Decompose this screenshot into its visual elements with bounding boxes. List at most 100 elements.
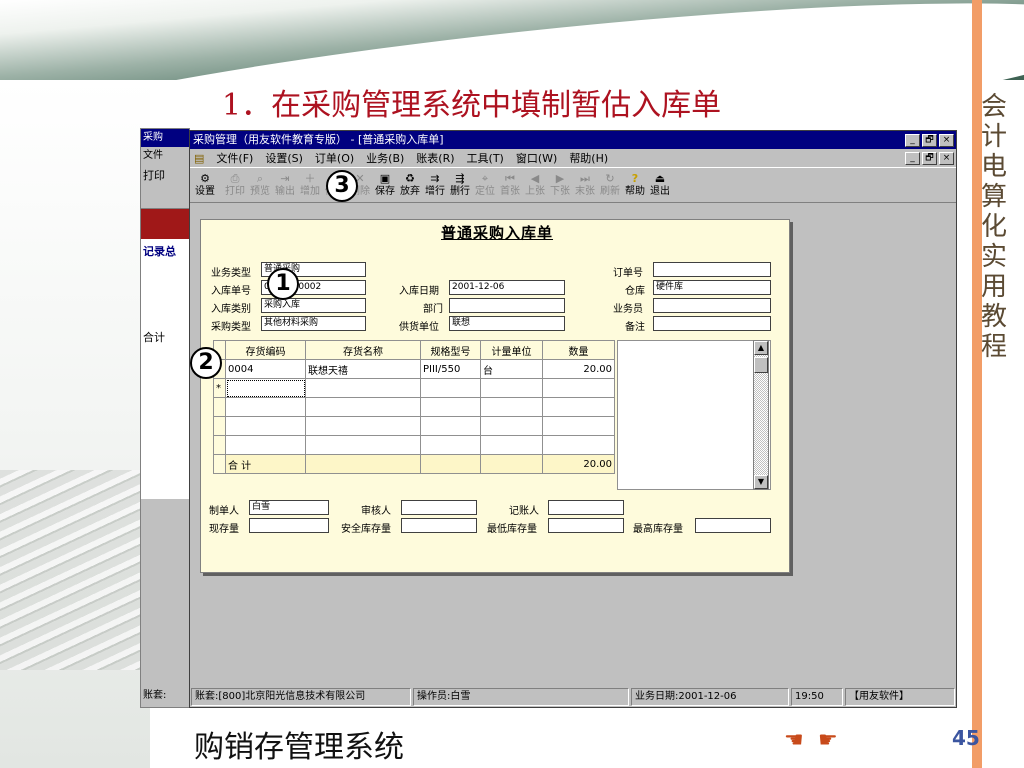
toolbar-prev-button[interactable]: ◀ 上张	[523, 172, 547, 200]
callout-1: 1	[267, 268, 299, 300]
toolbar-save-button[interactable]: ▣ 保存	[373, 172, 397, 200]
last-icon: ⏭	[580, 172, 590, 185]
gear-icon: ⚙	[200, 172, 210, 185]
receipt-type-field[interactable]: 采购入库	[261, 298, 366, 313]
next-hand-icon[interactable]: ☛	[818, 728, 838, 753]
refresh-icon: ↻	[605, 172, 615, 185]
toolbar-last-button[interactable]: ⏭ 末张	[573, 172, 597, 200]
cell-spec[interactable]: PIII/550	[420, 359, 481, 379]
max-stock-label: 最高库存量	[633, 524, 683, 535]
auditor-field[interactable]	[401, 500, 477, 515]
exit-icon: ⏏	[654, 172, 666, 185]
stock-label: 现存量	[209, 524, 239, 535]
callout-3: 3	[326, 170, 358, 202]
purchase-type-field[interactable]: 其他材料采购	[261, 316, 366, 331]
background-print-button[interactable]: 打印	[141, 165, 189, 209]
col-item-name[interactable]: 存货名称	[305, 340, 421, 360]
toolbar-settings-button[interactable]: ⚙ 设置	[193, 172, 217, 200]
toolbar-preview-button[interactable]: ⌕ 预览	[248, 172, 272, 200]
maker-field[interactable]: 白雪	[249, 500, 329, 515]
cell-item-code[interactable]: 0004	[225, 359, 306, 379]
max-stock-field[interactable]	[695, 518, 771, 533]
menu-help[interactable]: 帮助(H)	[569, 150, 608, 166]
order-no-field[interactable]	[653, 262, 771, 277]
restore-button[interactable]: 🗗	[922, 133, 937, 147]
keyboard-image	[0, 470, 150, 670]
col-spec[interactable]: 规格型号	[420, 340, 481, 360]
remark-field[interactable]	[653, 316, 771, 331]
form-title: 普通采购入库单	[441, 224, 554, 242]
status-biz-date: 业务日期:2001-12-06	[631, 688, 789, 706]
total-label: 合 计	[225, 454, 306, 474]
order-no-label: 订单号	[613, 268, 643, 279]
toolbar-export-button[interactable]: ⇥ 输出	[273, 172, 297, 200]
doc-icon: ▤	[194, 151, 205, 165]
menu-tools[interactable]: 工具(T)	[467, 150, 504, 166]
status-time: 19:50	[791, 688, 843, 706]
menu-window[interactable]: 窗口(W)	[516, 150, 557, 166]
discard-icon: ♻	[405, 172, 415, 185]
menu-business[interactable]: 业务(B)	[366, 150, 404, 166]
table-row[interactable]: 0004 联想天禧 PIII/550 台 20.00	[213, 359, 615, 379]
bookkeeper-label: 记账人	[509, 506, 539, 517]
add-icon: ＋	[304, 172, 316, 185]
save-icon: ▣	[379, 172, 391, 185]
receipt-type-label: 入库类别	[211, 304, 251, 315]
toolbar-refresh-button[interactable]: ↻ 刷新	[598, 172, 622, 200]
toolbar-next-button[interactable]: ▶ 下张	[548, 172, 572, 200]
col-qty[interactable]: 数量	[542, 340, 615, 360]
table-row-empty[interactable]	[213, 435, 615, 455]
table-row-empty[interactable]	[213, 416, 615, 436]
slide-footer: 购销存管理系统	[194, 730, 404, 765]
toolbar-discard-button[interactable]: ♻ 放弃	[398, 172, 422, 200]
cell-item-name[interactable]: 联想天禧	[305, 359, 421, 379]
stock-field[interactable]	[249, 518, 329, 533]
cell-qty[interactable]: 20.00	[542, 359, 615, 379]
min-stock-label: 最低库存量	[487, 524, 537, 535]
supplier-field[interactable]: 联想	[449, 316, 565, 331]
doc-close-button[interactable]: ×	[939, 151, 954, 165]
background-window-menu: 文件	[143, 150, 163, 161]
toolbar-exit-button[interactable]: ⏏ 退出	[648, 172, 672, 200]
toolbar-first-button[interactable]: ⏮ 首张	[498, 172, 522, 200]
prev-hand-icon[interactable]: ☚	[784, 728, 804, 753]
scroll-down-icon[interactable]: ▼	[754, 475, 768, 489]
minimize-button[interactable]: _	[905, 133, 920, 147]
menu-bar: ▤ 文件(F) 设置(S) 订单(O) 业务(B) 账表(R) 工具(T) 窗口…	[190, 149, 956, 167]
cell-unit[interactable]: 台	[480, 359, 543, 379]
callout-2: 2	[190, 347, 222, 379]
toolbar-add-row-button[interactable]: ⇉ 增行	[423, 172, 447, 200]
col-unit[interactable]: 计量单位	[480, 340, 543, 360]
menu-reports[interactable]: 账表(R)	[416, 150, 454, 166]
toolbar-add-button[interactable]: ＋增加	[298, 172, 322, 200]
active-cell[interactable]	[225, 378, 306, 398]
toolbar-delete-row-button[interactable]: ⇶ 删行	[448, 172, 472, 200]
safety-stock-field[interactable]	[401, 518, 477, 533]
col-item-code[interactable]: 存货编码	[225, 340, 306, 360]
min-stock-field[interactable]	[548, 518, 624, 533]
toolbar-print-button[interactable]: ⎙ 打印	[223, 172, 247, 200]
warehouse-field[interactable]: 硬件库	[653, 280, 771, 295]
receipt-date-field[interactable]: 2001-12-06	[449, 280, 565, 295]
slide-title: 1．在采购管理系统中填制暂估入库单	[222, 88, 722, 123]
safety-stock-label: 安全库存量	[341, 524, 391, 535]
salesman-field[interactable]	[653, 298, 771, 313]
window-title: 采购管理（用友软件教育专版） - [普通采购入库单]	[193, 133, 444, 146]
doc-restore-button[interactable]: 🗗	[922, 151, 937, 165]
scroll-thumb[interactable]	[754, 357, 768, 373]
dept-field[interactable]	[449, 298, 565, 313]
doc-minimize-button[interactable]: _	[905, 151, 920, 165]
menu-file[interactable]: 文件(F)	[216, 150, 253, 166]
table-row-new[interactable]: *	[213, 378, 615, 398]
toolbar-locate-button[interactable]: ⌖ 定位	[473, 172, 497, 200]
table-row-empty[interactable]	[213, 397, 615, 417]
menu-settings[interactable]: 设置(S)	[265, 150, 303, 166]
bookkeeper-field[interactable]	[548, 500, 624, 515]
scroll-up-icon[interactable]: ▲	[754, 341, 768, 355]
close-button[interactable]: ×	[939, 133, 954, 147]
menu-order[interactable]: 订单(O)	[315, 150, 354, 166]
toolbar-help-button[interactable]: ? 帮助	[623, 172, 647, 200]
locate-icon: ⌖	[481, 172, 489, 185]
salesman-label: 业务员	[613, 304, 643, 315]
grid-scrollbar[interactable]: ▲ ▼	[753, 340, 769, 490]
